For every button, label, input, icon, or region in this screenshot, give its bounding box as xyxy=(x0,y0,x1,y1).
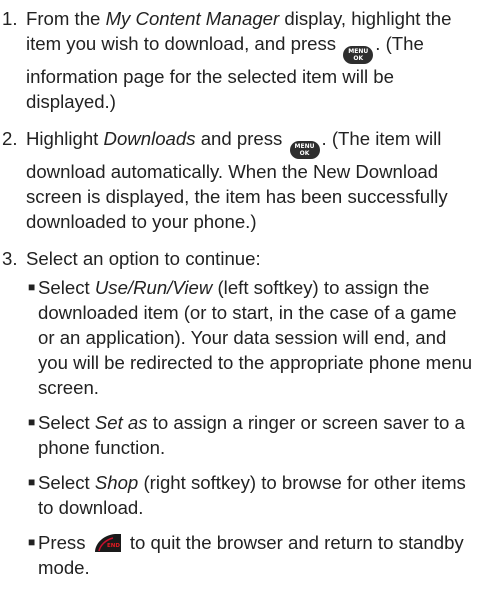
step-number: 1. xyxy=(2,8,18,29)
step-text: Select an option to continue: ■ Select U… xyxy=(26,246,476,590)
instructions-page: 1. From the My Content Manager display, … xyxy=(0,0,486,590)
text-fragment: From the xyxy=(26,8,106,29)
text-fragment: and press xyxy=(195,128,288,149)
text-fragment: Select xyxy=(38,412,95,433)
menu-ok-key-icon: MENU OK xyxy=(289,141,320,159)
option-use-run-view: ■ Select Use/Run/View (left softkey) to … xyxy=(26,275,476,400)
key-label-bottom: OK xyxy=(299,150,310,157)
text-fragment: Select an option to continue: xyxy=(26,248,261,269)
text-fragment: Select xyxy=(38,472,95,493)
emphasis-screen-name: My Content Manager xyxy=(105,8,280,29)
bullet-icon: ■ xyxy=(28,415,36,429)
steps-list: 1. From the My Content Manager display, … xyxy=(2,6,476,590)
options-list: ■ Select Use/Run/View (left softkey) to … xyxy=(26,275,476,580)
emphasis-option: Shop xyxy=(94,472,139,493)
end-key-label: END xyxy=(107,543,120,549)
option-text: Select Shop (right softkey) to browse fo… xyxy=(38,470,476,520)
step-2: 2. Highlight Downloads and press MENU OK.… xyxy=(2,126,476,234)
key-label-bottom: OK xyxy=(353,55,364,62)
step-text: Highlight Downloads and press MENU OK. (T… xyxy=(26,126,476,234)
text-fragment: Highlight xyxy=(26,128,104,149)
step-1: 1. From the My Content Manager display, … xyxy=(2,6,476,114)
emphasis-option: Set as xyxy=(94,412,148,433)
option-text: Select Use/Run/View (left softkey) to as… xyxy=(38,275,476,400)
step-number: 2. xyxy=(2,128,18,149)
step-number: 3. xyxy=(2,248,18,269)
emphasis-option: Use/Run/View xyxy=(94,277,213,298)
step-3: 3. Select an option to continue: ■ Selec… xyxy=(2,246,476,590)
text-fragment: Select xyxy=(38,277,95,298)
key-label-top: MENU xyxy=(348,48,369,55)
option-shop: ■ Select Shop (right softkey) to browse … xyxy=(26,470,476,520)
menu-ok-key-icon: MENU OK xyxy=(343,46,374,64)
step-text: From the My Content Manager display, hig… xyxy=(26,6,476,114)
emphasis-menu-item: Downloads xyxy=(103,128,196,149)
key-label-top: MENU xyxy=(294,143,315,150)
text-fragment: Press xyxy=(38,532,91,553)
end-key-icon: END xyxy=(94,534,121,552)
bullet-icon: ■ xyxy=(28,475,36,489)
option-set-as: ■ Select Set as to assign a ringer or sc… xyxy=(26,410,476,460)
bullet-icon: ■ xyxy=(28,280,36,294)
option-end-key: ■ Press END to quit the browser and retu… xyxy=(26,530,476,580)
option-text: Select Set as to assign a ringer or scre… xyxy=(38,410,476,460)
bullet-icon: ■ xyxy=(28,535,36,549)
option-text: Press END to quit the browser and return… xyxy=(38,530,476,580)
